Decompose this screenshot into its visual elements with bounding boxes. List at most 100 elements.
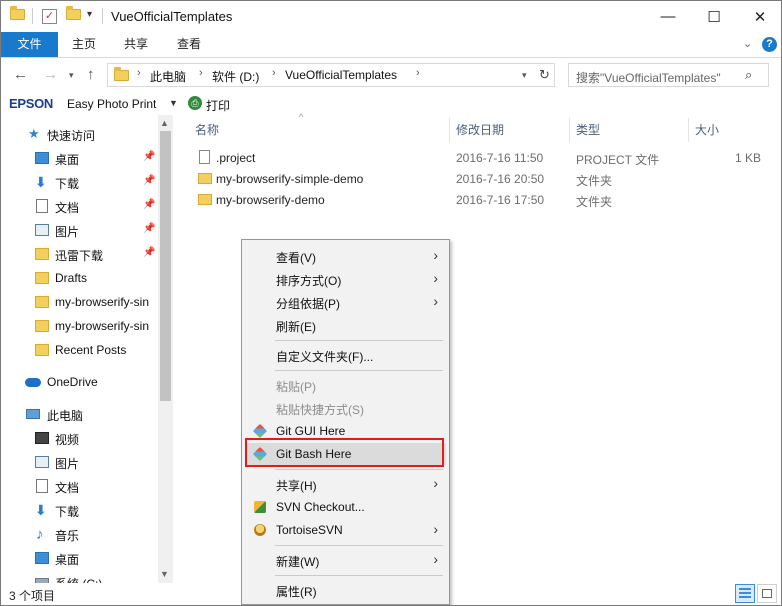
pin-icon[interactable]: 📌 [143, 175, 155, 186]
recent-locations-icon[interactable]: ▾ [69, 70, 74, 81]
menu-item-view[interactable]: 查看(V) › [245, 245, 446, 267]
breadcrumb-drive-d[interactable]: 软件 (D:) [212, 68, 259, 85]
desktop-icon [35, 552, 49, 564]
folder-icon [35, 320, 49, 332]
menu-item-svn-checkout[interactable]: SVN Checkout... [245, 496, 446, 518]
tab-home[interactable]: 主页 [72, 32, 96, 57]
search-icon[interactable]: ⌕ [745, 67, 752, 83]
nav-item-drafts[interactable]: Drafts [1, 267, 158, 289]
menu-item-group[interactable]: 分组依据(P) › [245, 291, 446, 313]
scroll-down-icon[interactable]: ▼ [160, 569, 169, 579]
epson-dropdown-icon[interactable]: ▼ [169, 98, 178, 108]
breadcrumb-separator-icon[interactable]: › [272, 67, 276, 79]
breadcrumb-current-folder[interactable]: VueOfficialTemplates [285, 68, 397, 82]
nav-quick-access[interactable]: ★ 快速访问 [1, 123, 158, 145]
nav-scrollbar-thumb[interactable] [160, 131, 171, 401]
breadcrumb-separator-icon[interactable]: › [199, 67, 203, 79]
submenu-arrow-icon: › [433, 247, 438, 263]
nav-item-documents[interactable]: 文档 📌 [1, 195, 158, 217]
menu-item-sort[interactable]: 排序方式(O) › [245, 268, 446, 290]
title-bar: ✓ ▾ VueOfficialTemplates — ☐ ✕ [1, 1, 781, 32]
pin-icon[interactable]: 📌 [143, 199, 155, 210]
nav-item-music[interactable]: ♪ 音乐 [1, 523, 158, 545]
breadcrumb-this-pc[interactable]: 此电脑 [150, 68, 186, 85]
column-header-name[interactable]: 名称 [195, 121, 219, 138]
nav-item-recent-posts[interactable]: Recent Posts [1, 339, 158, 361]
scroll-up-icon[interactable]: ▲ [160, 118, 169, 128]
details-view-icon [739, 588, 751, 599]
menu-item-new[interactable]: 新建(W) › [245, 549, 446, 571]
nav-onedrive[interactable]: OneDrive [1, 371, 158, 393]
menu-item-refresh[interactable]: 刷新(E) [245, 314, 446, 336]
desktop-icon [35, 152, 49, 164]
breadcrumb-separator-icon[interactable]: › [137, 67, 141, 79]
pin-icon[interactable]: 📌 [143, 151, 155, 162]
new-folder-quick-icon[interactable] [66, 6, 81, 25]
nav-item-pc-downloads[interactable]: ⬇ 下载 [1, 499, 158, 521]
folder-icon [114, 67, 129, 84]
menu-item-paste[interactable]: 粘贴(P) [245, 374, 446, 396]
nav-item-pictures[interactable]: 图片 📌 [1, 219, 158, 241]
pictures-icon [35, 456, 49, 468]
ribbon-expand-icon[interactable]: ⌄ [743, 37, 752, 50]
print-icon[interactable]: ⎙ [188, 96, 202, 110]
pictures-icon [35, 224, 49, 236]
folder-icon [198, 194, 212, 205]
close-button[interactable]: ✕ [737, 1, 781, 32]
nav-this-pc[interactable]: 此电脑 [1, 403, 158, 425]
print-button[interactable]: 打印 [206, 97, 230, 114]
search-input[interactable]: 搜索"VueOfficialTemplates" [576, 69, 721, 86]
file-icon [199, 150, 210, 164]
svn-checkout-icon [254, 501, 266, 513]
breadcrumb-separator-icon[interactable]: › [416, 67, 420, 79]
tab-file[interactable]: 文件 [1, 32, 58, 57]
address-bar[interactable]: › 此电脑 › 软件 (D:) › VueOfficialTemplates ›… [107, 63, 555, 87]
column-header-modified[interactable]: 修改日期 [456, 121, 504, 138]
pin-icon[interactable]: 📌 [143, 247, 155, 258]
menu-item-customize-folder[interactable]: 自定义文件夹(F)... [245, 344, 446, 366]
tab-share[interactable]: 共享 [124, 32, 148, 57]
nav-item-downloads[interactable]: ⬇ 下载 📌 [1, 171, 158, 193]
nav-item-browserify-2[interactable]: my-browserify-sin [1, 315, 158, 337]
nav-item-videos[interactable]: 视频 [1, 427, 158, 449]
cloud-icon [25, 378, 41, 387]
star-icon: ★ [28, 126, 40, 141]
tab-view[interactable]: 查看 [177, 32, 201, 57]
download-icon: ⬇ [35, 502, 47, 518]
help-icon[interactable]: ? [762, 37, 777, 52]
folder-icon [35, 248, 49, 260]
file-row[interactable]: my-browserify-simple-demo 2016-7-16 20:5… [191, 169, 771, 190]
nav-item-desktop[interactable]: 桌面 📌 [1, 147, 158, 169]
address-history-dropdown-icon[interactable]: ▾ [522, 70, 527, 81]
file-row[interactable]: .project 2016-7-16 11:50 PROJECT 文件 1 KB [191, 148, 771, 169]
refresh-icon[interactable]: ↻ [539, 67, 550, 83]
nav-item-pc-pictures[interactable]: 图片 [1, 451, 158, 473]
easy-photo-print-button[interactable]: Easy Photo Print [67, 97, 156, 111]
window-title: VueOfficialTemplates [111, 9, 233, 24]
minimize-button[interactable]: — [645, 1, 691, 32]
menu-item-paste-shortcut[interactable]: 粘贴快捷方式(S) [245, 397, 446, 419]
menu-item-properties[interactable]: 属性(R) [245, 579, 446, 601]
properties-quick-icon[interactable]: ✓ [42, 9, 57, 24]
details-view-button[interactable] [735, 584, 755, 603]
menu-item-tortoisesvn[interactable]: TortoiseSVN › [245, 519, 446, 541]
nav-item-pc-documents[interactable]: 文档 [1, 475, 158, 497]
sort-caret-icon: ^ [299, 112, 304, 122]
pin-icon[interactable]: 📌 [143, 223, 155, 234]
large-icons-view-button[interactable] [757, 584, 777, 603]
nav-item-browserify-1[interactable]: my-browserify-sin [1, 291, 158, 313]
nav-item-xunlei[interactable]: 迅雷下载 📌 [1, 243, 158, 265]
file-row[interactable]: my-browserify-demo 2016-7-16 17:50 文件夹 [191, 190, 771, 211]
column-header-size[interactable]: 大小 [695, 121, 719, 138]
search-box[interactable]: 搜索"VueOfficialTemplates" ⌕ [568, 63, 769, 87]
computer-icon [26, 409, 40, 419]
back-arrow-icon[interactable]: ← [13, 66, 28, 83]
menu-item-share[interactable]: 共享(H) › [245, 473, 446, 495]
forward-arrow-icon[interactable]: → [43, 66, 58, 83]
quick-access-dropdown-icon[interactable]: ▾ [87, 9, 92, 25]
maximize-button[interactable]: ☐ [691, 1, 737, 32]
nav-item-pc-desktop[interactable]: 桌面 [1, 547, 158, 569]
column-header-type[interactable]: 类型 [576, 121, 600, 138]
up-arrow-icon[interactable]: ↑ [87, 66, 95, 83]
video-icon [35, 432, 49, 444]
